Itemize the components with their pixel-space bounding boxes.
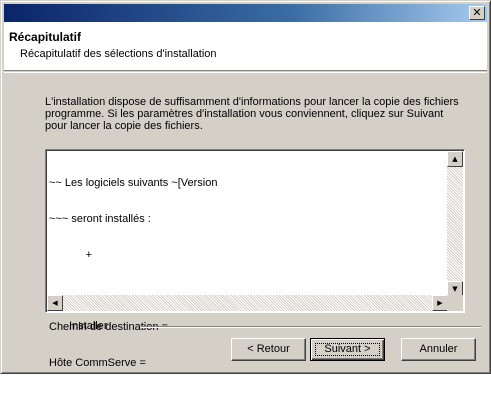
arrow-right-icon: ▶ — [437, 299, 443, 307]
header-panel: Récapitulatif Récapitulatif des sélectio… — [4, 22, 487, 71]
close-icon: ✕ — [472, 6, 482, 19]
back-button-label: < Retour — [247, 343, 290, 355]
installer-window: ✕ Récapitulatif Récapitulatif des sélect… — [0, 0, 491, 374]
scroll-left-button[interactable]: ◀ — [47, 295, 63, 311]
cancel-button-label: Annuler — [419, 343, 458, 355]
summary-line: ~~~ seront installés : — [49, 213, 151, 225]
arrow-down-icon: ▼ — [452, 285, 458, 293]
footer-divider — [141, 326, 481, 328]
back-button[interactable]: < Retour — [231, 338, 306, 361]
next-button[interactable]: Suivant > — [310, 338, 385, 361]
close-button[interactable]: ✕ — [469, 6, 485, 20]
scroll-up-button[interactable]: ▲ — [447, 151, 463, 167]
summary-line: + — [49, 249, 93, 261]
cancel-button[interactable]: Annuler — [401, 338, 476, 361]
page-title: Récapitulatif — [9, 30, 82, 44]
scroll-right-button[interactable]: ▶ — [432, 295, 448, 311]
summary-line: ~~ Les logiciels suivants ~[Version — [49, 177, 218, 189]
horizontal-scrollbar[interactable]: ◀ ▶ — [47, 295, 448, 311]
next-button-label: Suivant > — [324, 343, 371, 355]
installer-group-label: Installer — [69, 320, 108, 332]
arrow-left-icon: ◀ — [52, 299, 58, 307]
summary-listbox[interactable]: ~~ Les logiciels suivants ~[Version ~~~ … — [45, 149, 465, 369]
scrollbar-corner — [447, 295, 463, 311]
arrow-up-icon: ▲ — [452, 155, 458, 163]
title-bar[interactable]: ✕ — [4, 4, 487, 22]
page-subtitle: Récapitulatif des sélections d'installat… — [20, 48, 217, 60]
vertical-scrollbar[interactable]: ▲ ▼ — [447, 151, 463, 297]
header-divider — [4, 72, 487, 73]
intro-text: L'installation dispose de suffisamment d… — [45, 96, 459, 132]
